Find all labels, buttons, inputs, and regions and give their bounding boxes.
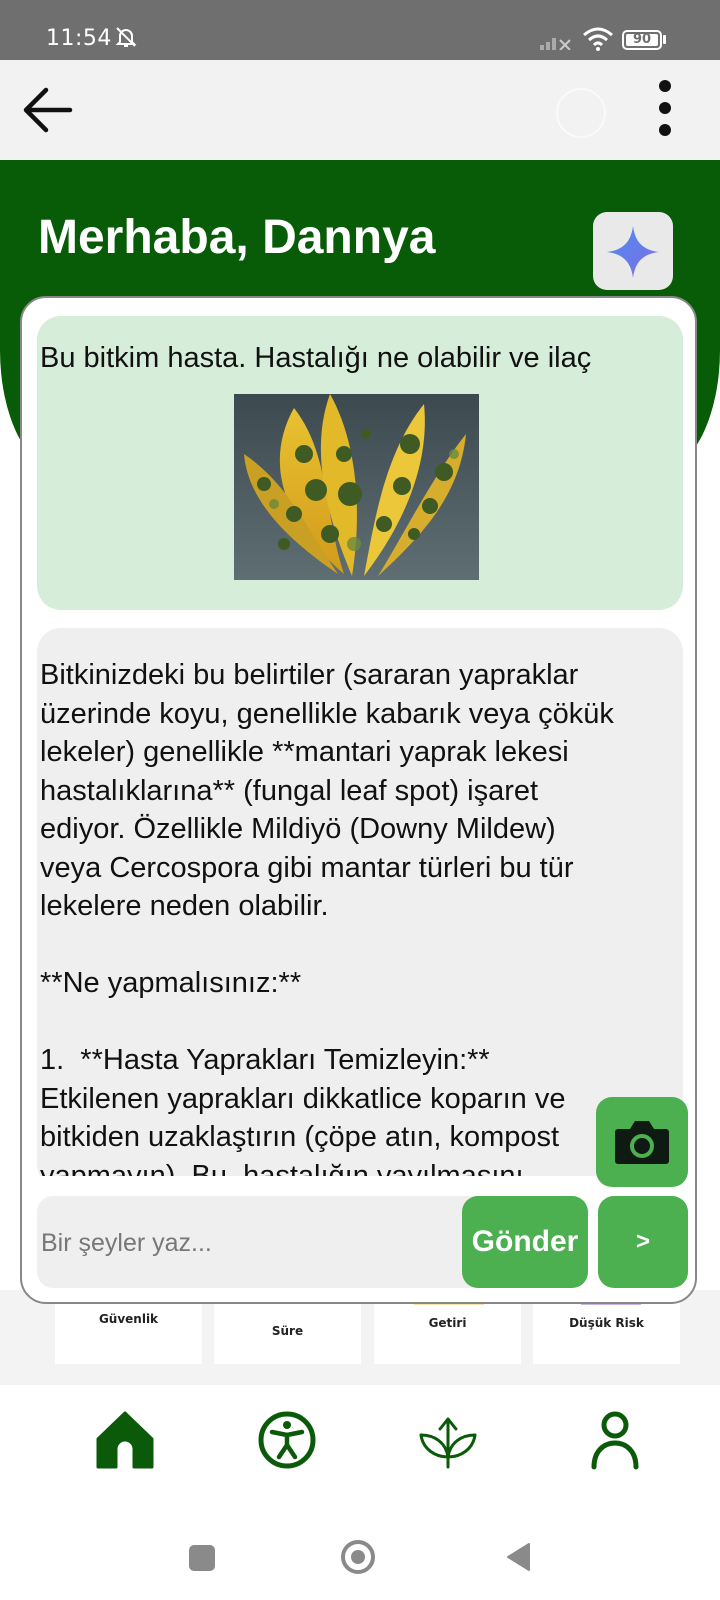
plant-photo[interactable] (234, 394, 479, 580)
stat-card[interactable]: Süre (214, 1286, 361, 1364)
ai-assistant-button[interactable] (593, 212, 673, 290)
profile-icon[interactable] (580, 1405, 650, 1475)
stat-label: Düşük Risk (569, 1316, 644, 1330)
plant-growth-icon[interactable] (413, 1405, 483, 1475)
more-vert-icon[interactable] (650, 78, 680, 148)
stat-card[interactable]: Getiri (374, 1298, 521, 1364)
battery-tip (663, 35, 666, 44)
home-icon[interactable] (90, 1405, 160, 1475)
send-button[interactable]: Gönder (462, 1196, 588, 1288)
status-time: 11:54 (46, 26, 112, 51)
loading-ring (556, 88, 606, 138)
user-message-text: Bu bitkim hasta. Hastalığı ne olabilir v… (40, 342, 592, 374)
back-triangle-icon[interactable] (505, 1542, 531, 1572)
signal-icon (540, 38, 571, 50)
chat-messages[interactable]: Bu bitkim hasta. Hastalığı ne olabilir v… (37, 316, 683, 1176)
status-bar: 11:54 90 (0, 0, 720, 60)
greeting-title: Merhaba, Dannya (38, 211, 436, 264)
bot-message-text: Bitkinizdeki bu belirtiler (sararan yapr… (40, 659, 614, 1176)
sparkle-icon (607, 226, 659, 278)
stat-label: Süre (271, 1324, 304, 1338)
home-circle-icon[interactable] (341, 1540, 375, 1574)
next-button[interactable]: > (598, 1196, 688, 1288)
wifi-icon (583, 27, 613, 51)
camera-button[interactable] (596, 1097, 688, 1187)
battery-icon: 90 (622, 30, 662, 50)
bot-message-bubble: Bitkinizdeki bu belirtiler (sararan yapr… (37, 628, 683, 1176)
user-message-bubble: Bu bitkim hasta. Hastalığı ne olabilir v… (37, 316, 683, 610)
recents-icon[interactable] (189, 1545, 215, 1571)
accessibility-icon[interactable] (252, 1405, 322, 1475)
message-input[interactable] (39, 1196, 443, 1290)
stat-card[interactable]: Güvenlik (55, 1298, 202, 1364)
app-bar (0, 60, 720, 160)
stat-card[interactable]: Düşük Risk (533, 1298, 680, 1364)
stat-label: Güvenlik (98, 1312, 159, 1326)
bell-off-icon (115, 27, 137, 47)
bottom-navigation (0, 1385, 720, 1495)
stat-label: Getiri (428, 1316, 467, 1330)
battery-level: 90 (632, 32, 652, 47)
arrow-left-icon[interactable] (20, 82, 76, 138)
camera-icon (615, 1121, 669, 1164)
